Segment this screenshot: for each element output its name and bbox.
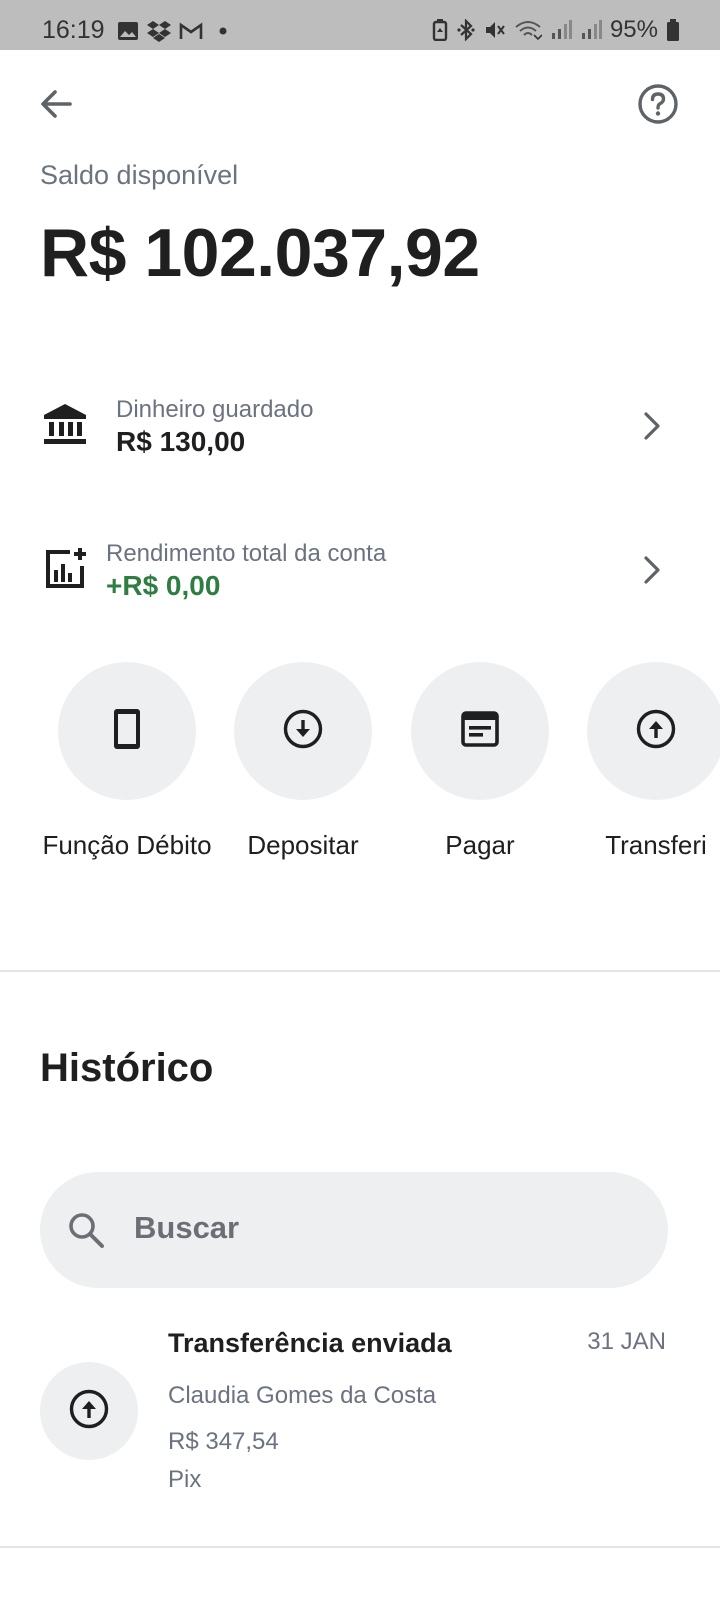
deposit-button[interactable] [234, 662, 372, 800]
transaction-title: Transferência enviada [168, 1328, 452, 1358]
deposit-action[interactable]: Depositar [215, 662, 391, 861]
search-placeholder: Buscar [134, 1210, 240, 1245]
phone-icon [112, 707, 142, 756]
back-button[interactable] [34, 84, 78, 128]
history-search-input[interactable]: Buscar [40, 1172, 668, 1288]
transaction-amount: R$ 347,54 [168, 1428, 279, 1455]
receipt-icon [461, 710, 499, 752]
debit-function-button[interactable] [58, 662, 196, 800]
pay-label: Pagar [445, 830, 515, 860]
arrow-up-circle-icon [68, 1388, 110, 1435]
signal-icon [580, 19, 602, 41]
search-icon [66, 1210, 108, 1252]
transaction-row[interactable]: Transferência enviada 31 JAN Claudia Gom… [0, 1310, 720, 1510]
status-left-icons [117, 20, 227, 42]
balance-value: R$ 102.037,92 [40, 215, 480, 291]
saved-money-value: R$ 130,00 [116, 426, 246, 457]
arrow-up-circle-icon [635, 708, 677, 755]
balance-label: Saldo disponível [40, 160, 239, 190]
transaction-icon-circle [40, 1362, 138, 1460]
battery-saver-icon [432, 19, 448, 41]
account-yield-label: Rendimento total da conta [106, 540, 387, 567]
transfer-button[interactable] [587, 662, 720, 800]
status-time: 16:19 [42, 16, 105, 44]
debit-function-label: Função Débito [42, 830, 212, 860]
chevron-right-icon [638, 406, 666, 446]
bank-icon [40, 400, 90, 450]
debit-function-action[interactable]: Função Débito [39, 662, 215, 861]
account-yield-row[interactable]: Rendimento total da conta +R$ 0,00 [0, 520, 720, 620]
transfer-label: Transferi [605, 830, 707, 860]
gmail-icon [179, 22, 203, 40]
help-button[interactable] [636, 83, 680, 130]
account-yield-value: +R$ 0,00 [106, 570, 221, 601]
status-bar: 16:19 95% [0, 0, 720, 50]
arrow-left-icon [38, 86, 74, 127]
wifi-icon [514, 19, 542, 41]
battery-icon [666, 19, 680, 41]
status-right: 95% [432, 16, 680, 44]
saved-money-row[interactable]: Dinheiro guardado R$ 130,00 [0, 376, 720, 476]
battery-percent: 95% [609, 16, 658, 43]
image-icon [117, 21, 139, 41]
pay-action[interactable]: Pagar [392, 662, 568, 861]
arrow-down-circle-icon [282, 708, 324, 755]
transaction-date: 31 JAN [587, 1328, 666, 1355]
chart-add-icon [40, 544, 90, 594]
bluetooth-icon [456, 19, 476, 41]
dropbox-icon [147, 20, 171, 42]
mute-icon [484, 19, 506, 41]
chevron-right-icon [638, 550, 666, 590]
history-title: Histórico [40, 1046, 214, 1090]
transaction-recipient: Claudia Gomes da Costa [168, 1382, 437, 1409]
list-divider [0, 1546, 720, 1548]
transfer-action[interactable]: Transferi [568, 662, 720, 861]
dot-icon [219, 27, 227, 35]
transaction-method: Pix [168, 1466, 202, 1493]
help-circle-icon [637, 83, 679, 130]
section-divider [0, 970, 720, 972]
deposit-label: Depositar [247, 830, 359, 860]
signal-icon [550, 19, 572, 41]
saved-money-label: Dinheiro guardado [116, 396, 314, 423]
pay-button[interactable] [411, 662, 549, 800]
